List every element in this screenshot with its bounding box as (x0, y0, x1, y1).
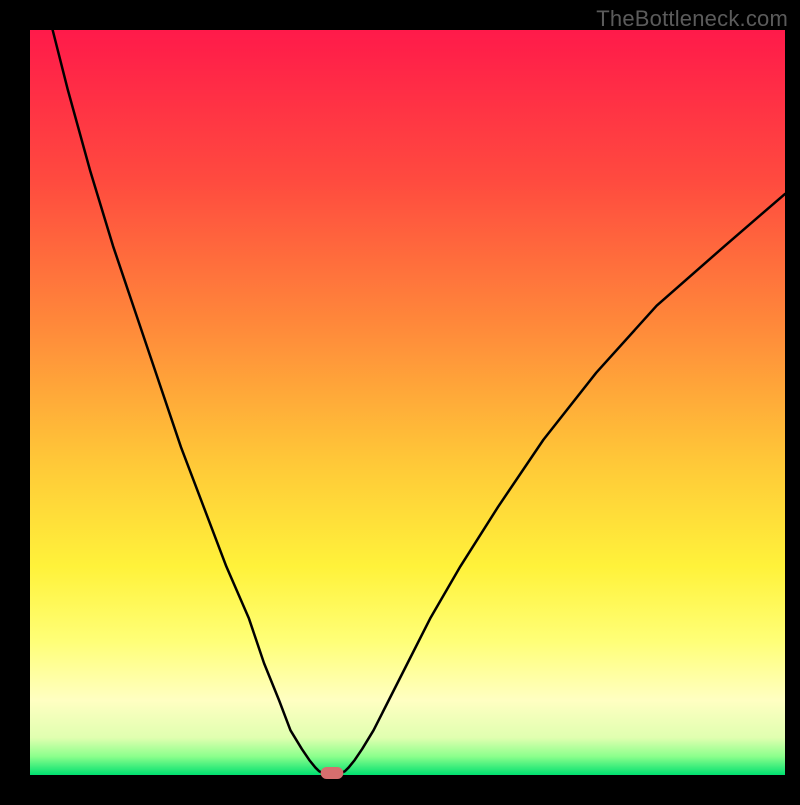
watermark-text: TheBottleneck.com (596, 6, 788, 32)
chart-container (0, 0, 800, 800)
minimum-marker (321, 767, 344, 779)
bottleneck-chart (0, 0, 800, 800)
